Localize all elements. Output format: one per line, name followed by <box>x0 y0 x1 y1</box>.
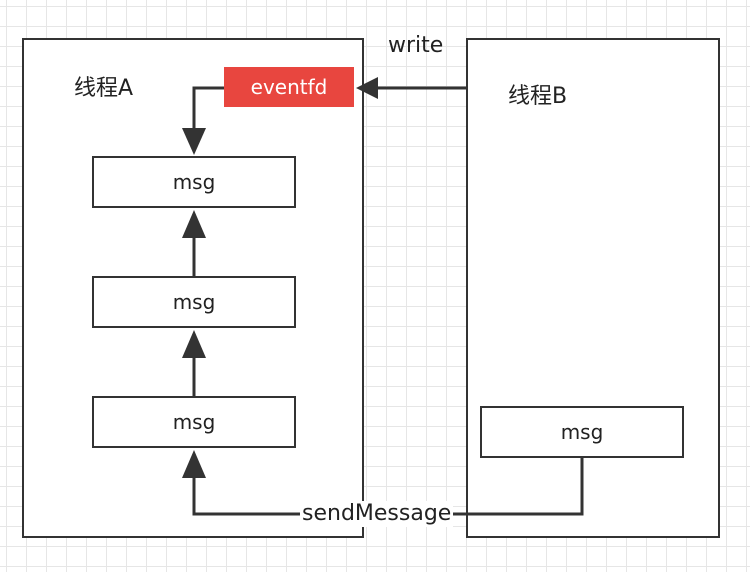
msg-node-middle: msg <box>92 276 296 328</box>
thread-b-box <box>466 38 720 538</box>
send-message-edge-label: sendMessage <box>300 501 454 527</box>
eventfd-node: eventfd <box>224 67 354 107</box>
msg-node-bottom: msg <box>92 396 296 448</box>
thread-a-label: 线程A <box>74 76 134 101</box>
msg-node-top: msg <box>92 156 296 208</box>
write-edge-label: write <box>388 33 444 58</box>
thread-b-label: 线程B <box>508 84 568 109</box>
msg-node-thread-b: msg <box>480 406 684 458</box>
